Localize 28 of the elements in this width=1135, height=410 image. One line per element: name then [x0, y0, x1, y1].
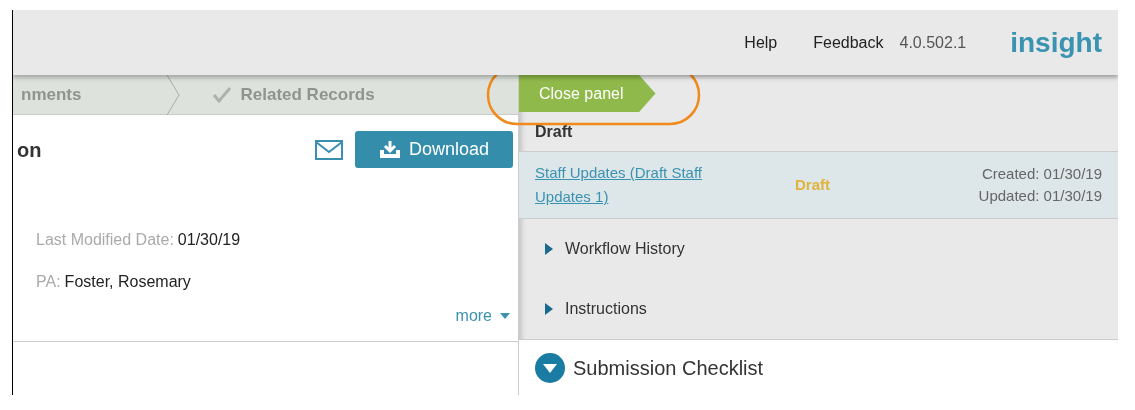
version-text: 4.0.502.1: [899, 32, 967, 53]
header-link[interactable]: Feedback: [813, 30, 884, 55]
expand-icon: [545, 243, 553, 255]
field-value: Foster, Rosemary: [64, 272, 191, 292]
status-text: Draft: [795, 174, 830, 195]
field-label: Last Modified Date:: [36, 230, 174, 250]
section-header[interactable]: Instructions: [519, 279, 1118, 339]
updated-date: Updated: 01/30/19: [978, 186, 1102, 207]
caret-icon: [500, 313, 510, 319]
section-header[interactable]: Submission Checklist: [519, 339, 1118, 395]
step-separator: [166, 74, 181, 115]
header-link[interactable]: Help: [744, 30, 778, 55]
expand-icon: [545, 303, 553, 315]
record-link[interactable]: Staff Updates (Draft Staff Updates 1): [535, 161, 755, 210]
section-header[interactable]: Workflow History: [519, 219, 1118, 279]
expand-icon: [535, 352, 565, 383]
record-title: on: [17, 137, 42, 163]
download-button[interactable]: Download: [355, 131, 513, 168]
field-label: PA:: [36, 272, 61, 292]
close-panel-button[interactable]: Close panel: [519, 75, 656, 112]
mail-icon[interactable]: [315, 139, 343, 160]
step-tab[interactable]: Related Records: [240, 81, 375, 108]
more-link[interactable]: more: [455, 304, 510, 328]
step-tab[interactable]: nments: [21, 81, 82, 108]
field-value: 01/30/19: [177, 230, 241, 250]
logo-text: insight: [1010, 25, 1102, 60]
created-date: Created: 01/30/19: [981, 164, 1102, 185]
download-icon: [378, 140, 401, 159]
